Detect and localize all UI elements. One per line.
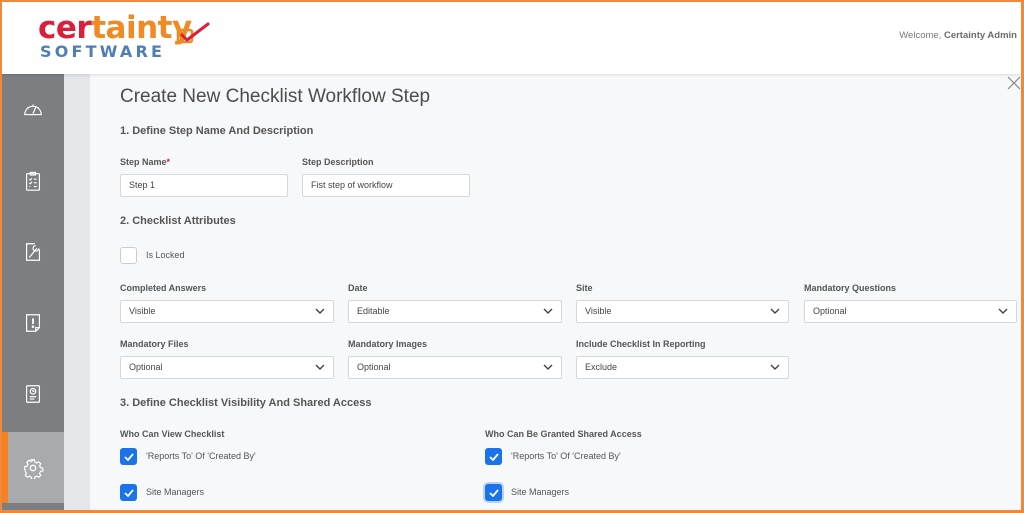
- shared-site-managers-checkbox[interactable]: [485, 484, 502, 501]
- logo-wordmark: certainty: [38, 10, 192, 46]
- shared-site-managers-label: Site Managers: [511, 487, 570, 497]
- chevron-down-icon: [543, 308, 553, 314]
- view-reports-to-label: 'Reports To' Of 'Created By': [146, 451, 256, 461]
- chevron-down-icon: [543, 364, 553, 370]
- mandatory-images-value: Optional: [357, 362, 391, 372]
- sidebar-item-reports[interactable]: [2, 358, 64, 429]
- include-in-reporting-select[interactable]: Exclude: [576, 356, 789, 379]
- step-description-label: Step Description: [302, 157, 374, 167]
- chevron-down-icon: [315, 308, 325, 314]
- site-value: Visible: [585, 306, 612, 316]
- date-label: Date: [348, 283, 368, 293]
- sidebar: [2, 74, 64, 510]
- chevron-down-icon: [770, 308, 780, 314]
- sidebar-item-dashboard[interactable]: [2, 74, 64, 145]
- wrench-document-icon: [25, 242, 41, 261]
- section-heading-visibility: 3. Define Checklist Visibility And Share…: [120, 397, 372, 409]
- logo-subtitle: SOFTWARE: [40, 42, 166, 61]
- certainty-logo[interactable]: certainty SOFTWARE: [38, 10, 218, 66]
- mandatory-questions-select[interactable]: Optional: [804, 300, 1017, 323]
- sidebar-item-settings[interactable]: [2, 432, 64, 503]
- mandatory-questions-value: Optional: [813, 306, 847, 316]
- chevron-down-icon: [998, 308, 1008, 314]
- mandatory-images-select[interactable]: Optional: [348, 356, 562, 379]
- clock-document-icon: [25, 384, 41, 403]
- view-reports-to-checkbox[interactable]: [120, 448, 137, 465]
- section-heading-attributes: 2. Checklist Attributes: [120, 215, 236, 227]
- gear-icon: [24, 458, 44, 479]
- create-step-panel: Create New Checklist Workflow Step 1. De…: [90, 74, 1021, 510]
- checkmark-icon: [124, 453, 134, 461]
- site-label: Site: [576, 283, 593, 293]
- shared-reports-to-label: 'Reports To' Of 'Created By': [511, 451, 621, 461]
- page-title: Create New Checklist Workflow Step: [120, 86, 431, 107]
- who-can-view-heading: Who Can View Checklist: [120, 429, 225, 439]
- mandatory-files-select[interactable]: Optional: [120, 356, 334, 379]
- welcome-message: Welcome, Certainty Admin: [899, 30, 1017, 41]
- completed-answers-label: Completed Answers: [120, 283, 207, 293]
- checkmark-icon: [489, 489, 499, 497]
- is-locked-checkbox[interactable]: [120, 247, 137, 264]
- step-name-input[interactable]: Step 1: [120, 174, 288, 197]
- sidebar-gutter: [64, 74, 90, 510]
- mandatory-files-value: Optional: [129, 362, 163, 372]
- mandatory-files-label: Mandatory Files: [120, 339, 189, 349]
- completed-answers-value: Visible: [129, 306, 156, 316]
- view-site-managers-checkbox[interactable]: [120, 484, 137, 501]
- sidebar-item-checklists[interactable]: [2, 145, 64, 216]
- alert-document-icon: [25, 313, 41, 332]
- logo-word-red: cer: [38, 10, 92, 46]
- checkmark-icon: [124, 489, 134, 497]
- view-site-managers-label: Site Managers: [146, 487, 205, 497]
- include-in-reporting-label: Include Checklist In Reporting: [576, 339, 706, 349]
- welcome-prefix: Welcome,: [899, 30, 944, 41]
- chevron-down-icon: [315, 364, 325, 370]
- speedometer-icon: [24, 104, 42, 115]
- completed-answers-select[interactable]: Visible: [120, 300, 334, 323]
- site-select[interactable]: Visible: [576, 300, 789, 323]
- mandatory-images-label: Mandatory Images: [348, 339, 428, 349]
- mandatory-questions-label: Mandatory Questions: [804, 283, 897, 293]
- checkmark-icon: [489, 453, 499, 461]
- required-marker: *: [166, 157, 171, 167]
- clipboard-checklist-icon: [25, 171, 41, 191]
- top-bar: certainty SOFTWARE Welcome, Certainty Ad…: [2, 2, 1021, 74]
- step-name-label-text: Step Name: [120, 157, 167, 167]
- shared-access-heading: Who Can Be Granted Shared Access: [485, 429, 642, 439]
- chevron-down-icon: [770, 364, 780, 370]
- shared-reports-to-checkbox[interactable]: [485, 448, 502, 465]
- date-select[interactable]: Editable: [348, 300, 562, 323]
- section-heading-step-name: 1. Define Step Name And Description: [120, 125, 314, 137]
- include-in-reporting-value: Exclude: [585, 362, 618, 372]
- close-icon[interactable]: [1007, 76, 1021, 90]
- user-name[interactable]: Certainty Admin: [944, 30, 1017, 41]
- date-value: Editable: [357, 306, 390, 316]
- logo-checkbox-icon: [176, 22, 210, 44]
- step-name-label: Step Name*: [120, 157, 170, 167]
- sidebar-item-issues[interactable]: [2, 287, 64, 358]
- app-window: certainty SOFTWARE Welcome, Certainty Ad…: [2, 2, 1021, 510]
- sidebar-item-tools[interactable]: [2, 216, 64, 287]
- step-description-input[interactable]: Fist step of workflow: [302, 174, 470, 197]
- is-locked-label: Is Locked: [146, 250, 185, 260]
